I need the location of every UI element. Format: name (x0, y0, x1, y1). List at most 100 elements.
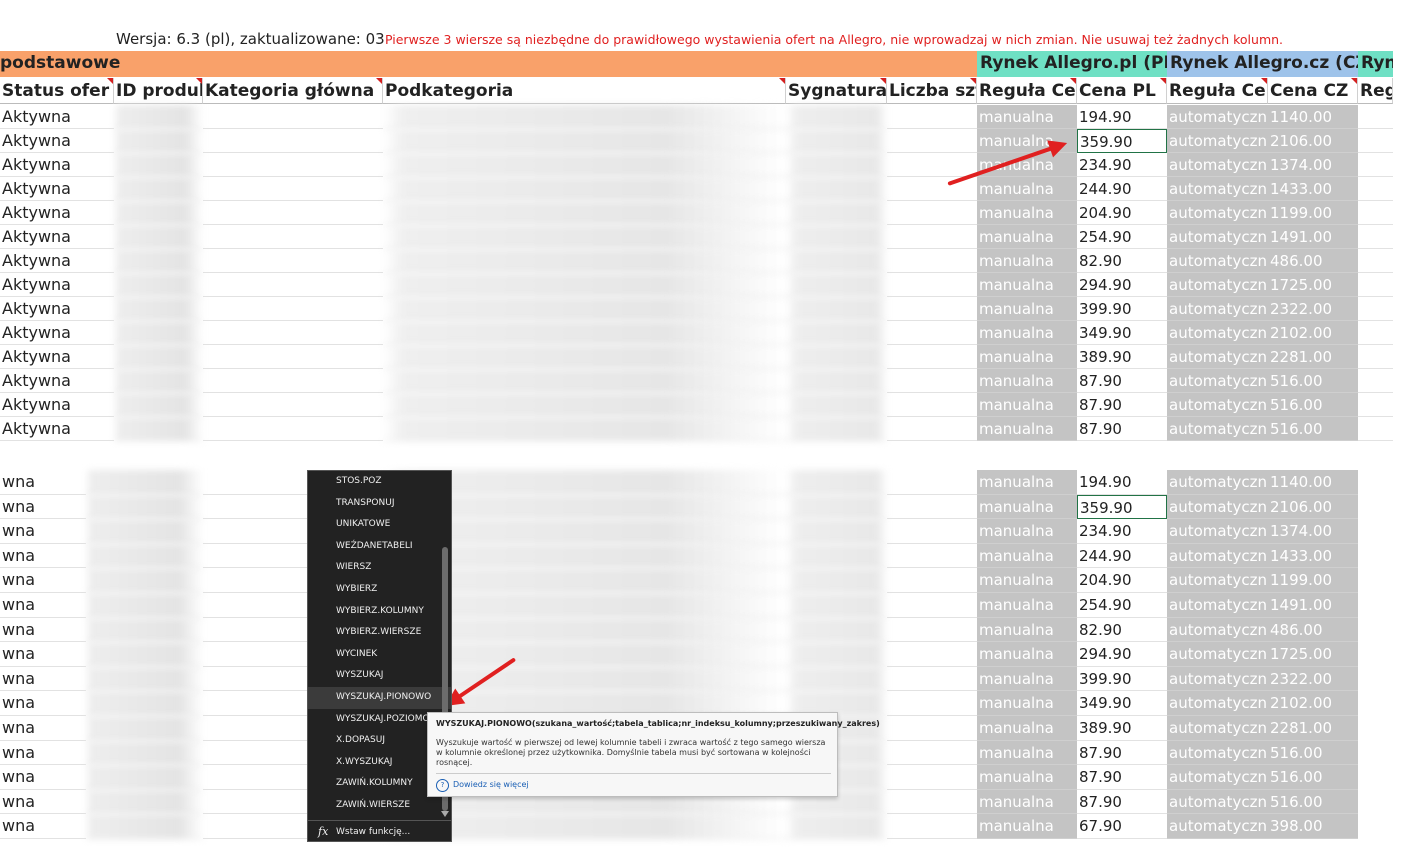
rule-cz-cell[interactable]: automatyczn (1167, 716, 1268, 741)
product-id-cell[interactable] (86, 543, 203, 569)
category-cell[interactable] (203, 321, 383, 345)
product-id-cell[interactable] (86, 814, 203, 839)
product-id-cell[interactable] (114, 153, 203, 177)
signature-cell[interactable] (786, 201, 887, 225)
product-id-cell[interactable] (114, 297, 203, 321)
col-next[interactable]: Reg (1358, 78, 1393, 104)
status-cell[interactable]: Aktywna (0, 201, 114, 225)
count-cell[interactable] (887, 129, 977, 153)
price-pl-cell[interactable]: 87.90 (1077, 790, 1167, 815)
price-pl-cell[interactable]: 399.90 (1077, 297, 1167, 321)
signature-cell[interactable] (786, 177, 887, 201)
status-cell[interactable]: Aktywna (0, 129, 114, 153)
rule-pl-cell[interactable]: manualna (977, 568, 1077, 593)
price-pl-cell[interactable]: 349.90 (1077, 321, 1167, 345)
status-cell[interactable]: wna (0, 593, 86, 618)
status-cell[interactable]: Aktywna (0, 249, 114, 273)
price-cz-cell[interactable]: 1725.00 (1268, 273, 1358, 297)
subcategory-cell[interactable] (383, 153, 786, 177)
col-price-pl[interactable]: Cena PL (1077, 78, 1167, 104)
product-id-cell[interactable] (86, 642, 203, 667)
product-id-cell[interactable] (114, 369, 203, 393)
category-cell[interactable] (203, 273, 383, 297)
count-cell[interactable] (887, 618, 977, 643)
count-cell[interactable] (887, 765, 977, 790)
product-id-cell[interactable] (86, 666, 203, 692)
product-id-cell[interactable] (86, 740, 203, 766)
status-cell[interactable]: Aktywna (0, 369, 114, 393)
next-cell[interactable] (1358, 177, 1393, 201)
product-id-cell[interactable] (114, 105, 203, 129)
rule-cz-cell[interactable]: automatyczn (1167, 393, 1268, 417)
rule-cz-cell[interactable]: automatyczn (1167, 470, 1268, 495)
count-cell[interactable] (887, 369, 977, 393)
status-cell[interactable]: Aktywna (0, 177, 114, 201)
price-cz-cell[interactable]: 1491.00 (1268, 593, 1358, 618)
count-cell[interactable] (887, 790, 977, 815)
price-cz-cell[interactable]: 516.00 (1268, 417, 1358, 441)
status-cell[interactable]: wna (0, 470, 86, 495)
signature-cell[interactable] (786, 249, 887, 273)
next-cell[interactable] (1358, 201, 1393, 225)
price-pl-cell[interactable]: 254.90 (1077, 225, 1167, 249)
rule-cz-cell[interactable]: automatyczn (1167, 666, 1268, 692)
status-cell[interactable]: Aktywna (0, 417, 114, 441)
rule-cz-cell[interactable]: automatyczn (1167, 321, 1268, 345)
count-cell[interactable] (887, 470, 977, 495)
rule-pl-cell[interactable]: manualna (977, 716, 1077, 741)
count-cell[interactable] (887, 519, 977, 544)
rule-pl-cell[interactable]: manualna (977, 297, 1077, 321)
signature-cell[interactable] (786, 666, 887, 692)
rule-pl-cell[interactable]: manualna (977, 321, 1077, 345)
rule-pl-cell[interactable]: manualna (977, 249, 1077, 273)
count-cell[interactable] (887, 321, 977, 345)
next-cell[interactable] (1358, 273, 1393, 297)
signature-cell[interactable] (786, 617, 887, 643)
price-cz-cell[interactable]: 1140.00 (1268, 105, 1358, 129)
rule-pl-cell[interactable]: manualna (977, 765, 1077, 790)
learn-more-link[interactable]: ? Dowiedz się więcej (436, 779, 529, 792)
count-cell[interactable] (887, 105, 977, 129)
rule-cz-cell[interactable]: automatyczn (1167, 225, 1268, 249)
status-cell[interactable]: Aktywna (0, 153, 114, 177)
rule-pl-cell[interactable]: manualna (977, 642, 1077, 667)
rule-cz-cell[interactable]: automatyczn (1167, 789, 1268, 815)
col-category[interactable]: Kategoria główna (203, 78, 383, 104)
rule-pl-cell[interactable]: manualna (977, 105, 1077, 129)
product-id-cell[interactable] (86, 617, 203, 643)
category-cell[interactable] (203, 345, 383, 369)
signature-cell[interactable] (786, 105, 887, 129)
function-menu-item[interactable]: TRANSPONUJ (308, 493, 451, 515)
product-id-cell[interactable] (86, 470, 203, 495)
subcategory-cell[interactable] (383, 273, 786, 297)
status-cell[interactable]: wna (0, 519, 86, 544)
price-pl-cell[interactable]: 194.90 (1077, 470, 1167, 495)
price-pl-cell[interactable]: 194.90 (1077, 105, 1167, 129)
count-cell[interactable] (887, 225, 977, 249)
next-cell[interactable] (1358, 369, 1393, 393)
price-pl-cell[interactable]: 87.90 (1077, 741, 1167, 766)
group-header-pl-market[interactable]: Rynek Allegro.pl (PLN (977, 51, 1167, 77)
status-cell[interactable]: Aktywna (0, 345, 114, 369)
count-cell[interactable] (887, 345, 977, 369)
next-cell[interactable] (1358, 345, 1393, 369)
price-cz-cell[interactable]: 1374.00 (1268, 153, 1358, 177)
status-cell[interactable]: Aktywna (0, 297, 114, 321)
rule-pl-cell[interactable]: manualna (977, 177, 1077, 201)
price-pl-cell[interactable]: 67.90 (1077, 814, 1167, 839)
price-cz-cell[interactable]: 2106.00 (1268, 129, 1358, 153)
product-id-cell[interactable] (114, 129, 203, 153)
price-cz-cell[interactable]: 1491.00 (1268, 225, 1358, 249)
rule-pl-cell[interactable]: manualna (977, 393, 1077, 417)
price-pl-cell[interactable]: 234.90 (1077, 153, 1167, 177)
price-pl-cell[interactable]: 87.90 (1077, 417, 1167, 441)
signature-cell[interactable] (786, 417, 887, 441)
rule-pl-cell[interactable]: manualna (977, 789, 1077, 815)
signature-cell[interactable] (786, 470, 887, 495)
rule-pl-cell[interactable]: manualna (977, 666, 1077, 692)
group-header-basic[interactable]: podstawowe (0, 51, 977, 77)
product-id-cell[interactable] (114, 273, 203, 297)
count-cell[interactable] (887, 273, 977, 297)
price-cz-cell[interactable]: 516.00 (1268, 789, 1358, 815)
rule-pl-cell[interactable]: manualna (977, 519, 1077, 544)
